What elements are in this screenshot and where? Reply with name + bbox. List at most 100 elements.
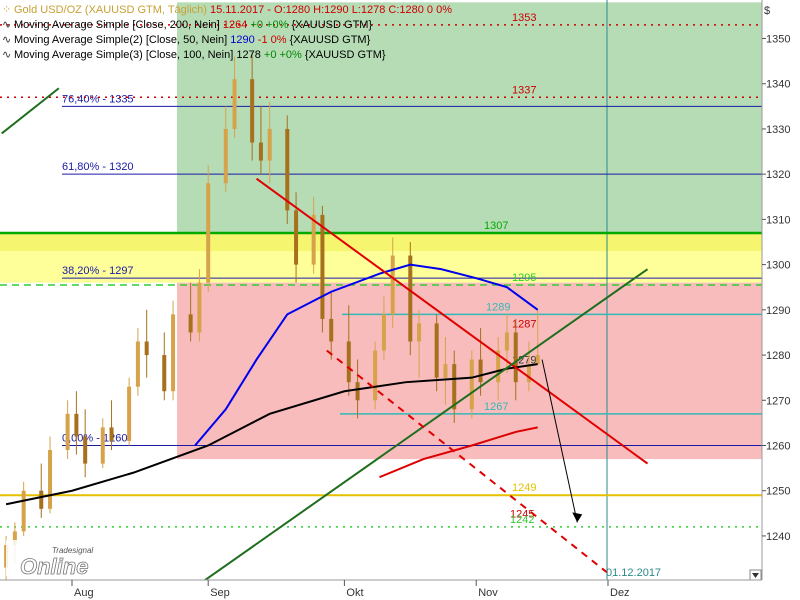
candle-body <box>223 128 228 184</box>
candle-body <box>452 364 457 410</box>
red-zone <box>177 282 762 460</box>
arrowhead <box>572 512 583 523</box>
x-tick-label: Aug <box>74 587 94 599</box>
level-label: 1289 <box>486 301 510 313</box>
y-tick-label: 1270 <box>766 395 790 407</box>
candle-body <box>469 359 474 410</box>
legend-part: C:1280 0 0% <box>385 4 452 16</box>
legend-row-ma100[interactable]: Moving Average Simple(3) [Close, 100, Ne… <box>14 49 386 61</box>
date-annotation: 01.12.2017 <box>606 567 661 579</box>
legend-part: {XAUUSD GTM} <box>288 19 372 31</box>
y-tick-label: 1310 <box>766 214 790 226</box>
candle-body <box>535 355 540 365</box>
candle-body <box>162 355 167 392</box>
candle-body <box>478 359 483 383</box>
legend-icon: ∿ <box>2 34 11 46</box>
level-label: 1353 <box>512 12 536 24</box>
candle-body <box>390 255 395 315</box>
chart-canvas[interactable]: 76,40% - 1335 61,80% - 1320 38,20% - 1297 0… <box>0 0 800 600</box>
candle-body <box>109 427 114 441</box>
x-tick-label: Sep <box>210 587 230 599</box>
candle-body <box>39 490 44 509</box>
legend-part: Moving Average Simple [Close, 200, Nein] <box>14 19 223 31</box>
watermark-big-text: Online <box>20 554 88 579</box>
candle-body <box>434 323 439 378</box>
candle-body <box>74 413 79 437</box>
legend-part: 1290 <box>230 34 254 46</box>
candle-body <box>197 282 202 333</box>
candle-body <box>504 332 509 351</box>
level-label: 1242 <box>510 514 534 526</box>
candle-body <box>408 255 413 342</box>
candle-body <box>320 214 325 319</box>
candle-body <box>526 364 531 383</box>
legend-row-ma200[interactable]: Moving Average Simple [Close, 200, Nein]… <box>14 19 372 31</box>
legend-part: 15.11.2017 - O:1280 H:1290 L:1278 <box>207 4 385 16</box>
candle-body <box>258 142 263 161</box>
y-tick-label: 1260 <box>766 441 790 453</box>
legend: ⁘ Gold USD/OZ (XAUUSD GTM, Täglich) 15.11… <box>2 4 452 61</box>
y-tick-label: 1350 <box>766 34 790 46</box>
candle-body <box>127 386 132 441</box>
candle-body <box>144 341 149 356</box>
y-tick-label: 1250 <box>766 486 790 498</box>
legend-part: +0 +0% <box>261 49 302 61</box>
plot-area: 76,40% - 1335 61,80% - 1320 38,20% - 1297 0… <box>0 0 762 580</box>
level-label: 1295 <box>512 272 536 284</box>
legend-row-ma50[interactable]: Moving Average Simple(2) [Close, 50, Nei… <box>14 34 371 46</box>
chart-root: 76,40% - 1335 61,80% - 1320 38,20% - 1297 0… <box>0 0 800 600</box>
y-tick-label: 1290 <box>766 305 790 317</box>
candle-body <box>83 436 88 464</box>
y-tick-label: 1330 <box>766 124 790 136</box>
candle-body <box>294 210 299 265</box>
x-axis-panel <box>0 580 800 600</box>
x-tick-label: Okt <box>346 587 363 599</box>
legend-row-price[interactable]: Gold USD/OZ (XAUUSD GTM, Täglich) 15.11.… <box>14 4 452 16</box>
legend-part: 1278 <box>236 49 260 61</box>
candle-body <box>232 79 237 129</box>
watermark-logo: TradesignalOnline <box>6 540 93 579</box>
legend-part: +0 +0% <box>247 19 288 31</box>
legend-icon: ∿ <box>2 49 11 61</box>
level-label: 1267 <box>484 401 508 413</box>
y-tick-label: 1340 <box>766 79 790 91</box>
upper-left-trendline <box>1 87 60 135</box>
candle-body <box>346 341 351 383</box>
legend-part: {XAUUSD GTM} <box>287 34 371 46</box>
y-tick-label: 1300 <box>766 260 790 272</box>
candle-body <box>65 413 70 451</box>
candle-body <box>513 332 518 383</box>
legend-part: -1 0% <box>255 34 287 46</box>
legend-part: 1264 <box>223 19 247 31</box>
legend-part: Gold USD/OZ (XAUUSD GTM, Täglich) <box>14 4 207 16</box>
yellow-zone-band <box>0 232 762 252</box>
fib-label: 61,80% - 1320 <box>62 161 134 173</box>
fib-label: 0,00% - 1260 <box>62 433 127 445</box>
legend-part: {XAUUSD GTM} <box>302 49 386 61</box>
candle-body <box>285 128 290 211</box>
y-tick-label: 1280 <box>766 350 790 362</box>
candle-body <box>188 314 193 333</box>
x-tick-label: Nov <box>478 587 498 599</box>
candle-body <box>417 323 422 342</box>
watermark-bar <box>6 540 19 576</box>
candle-body <box>171 314 176 392</box>
candle-body <box>329 318 334 342</box>
y-tick-label: 1240 <box>766 531 790 543</box>
axis-unit: $ <box>764 5 770 17</box>
candle-body <box>21 490 26 532</box>
x-tick-label: Dez <box>610 587 630 599</box>
candle-body <box>355 382 360 401</box>
candle-body <box>206 183 211 283</box>
y-tick-label: 1320 <box>766 169 790 181</box>
candle-body <box>267 128 272 161</box>
level-label: 1307 <box>484 220 508 232</box>
candle-body <box>443 364 448 378</box>
level-label: 1337 <box>512 84 536 96</box>
candle-body <box>250 79 255 143</box>
fib-label: 38,20% - 1297 <box>62 265 134 277</box>
candle-body <box>373 350 378 401</box>
candle-body <box>48 450 53 509</box>
fib-label: 76,40% - 1335 <box>62 93 134 105</box>
legend-icon: ∿ <box>2 19 11 31</box>
